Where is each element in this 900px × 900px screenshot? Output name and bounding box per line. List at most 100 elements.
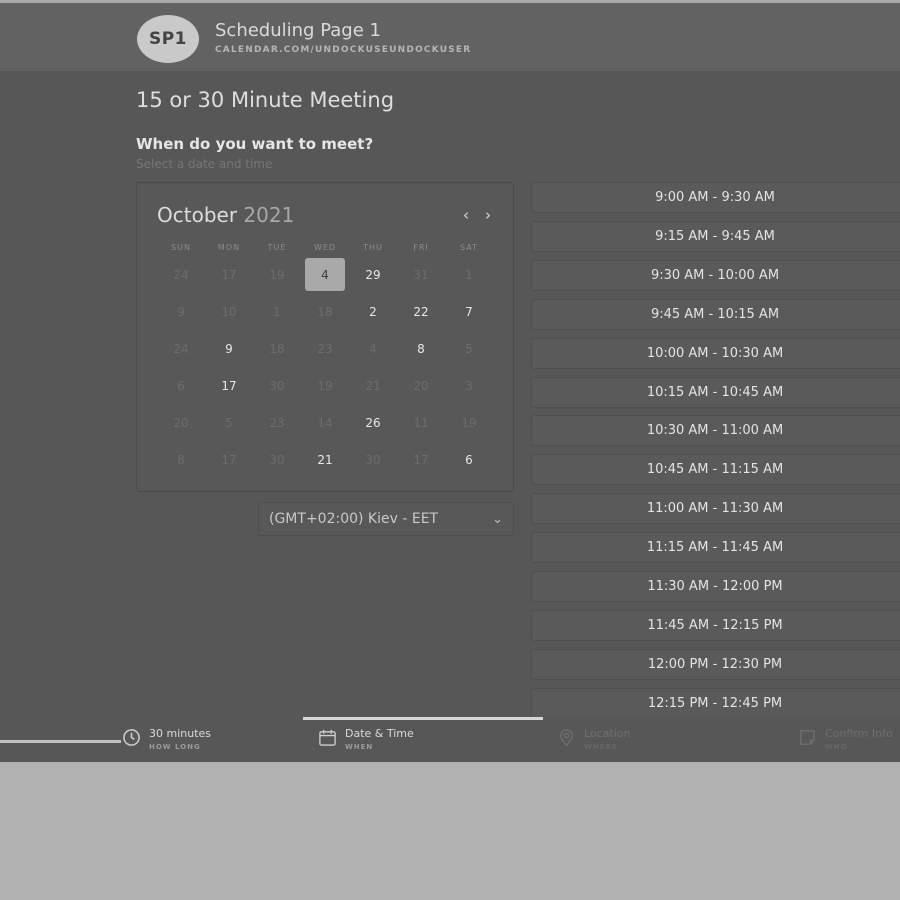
calendar-day: 10 xyxy=(205,293,253,330)
calendar-week: 6 17 30 19 21 20 3 xyxy=(157,367,493,404)
progress-line xyxy=(0,740,121,743)
calendar-day: 19 xyxy=(253,256,301,293)
day-number: 19 xyxy=(317,378,333,393)
time-slot-button[interactable]: 12:00 PM - 12:30 PM xyxy=(531,648,900,680)
day-number: 20 xyxy=(413,378,429,393)
calendar-month-year: October 2021 xyxy=(157,203,294,227)
day-number: 5 xyxy=(225,415,233,430)
time-slot-button[interactable]: 10:00 AM - 10:30 AM xyxy=(531,337,900,369)
day-number: 3 xyxy=(465,378,473,393)
calendar-day[interactable]: 26 xyxy=(349,404,397,441)
calendar-year: 2021 xyxy=(243,203,295,227)
calendar-day-selected[interactable]: 4 xyxy=(301,256,349,293)
day-number: 7 xyxy=(465,304,473,319)
time-slot-button[interactable]: 11:30 AM - 12:00 PM xyxy=(531,571,900,602)
page-url: CALENDAR.COM/UNDOCKUSEUNDOCKUSER xyxy=(215,45,472,55)
weekday-label: TUE xyxy=(267,243,287,252)
time-slot-button[interactable]: 9:45 AM - 10:15 AM xyxy=(531,298,900,330)
calendar-week: 24 17 19 4 29 31 1 xyxy=(157,256,493,293)
calendar-icon xyxy=(317,727,337,747)
time-slot-button[interactable]: 11:45 AM - 12:15 PM xyxy=(531,609,900,641)
calendar-day[interactable]: 21 xyxy=(301,441,349,478)
calendar-day[interactable]: 2 xyxy=(349,293,397,330)
avatar: SP1 xyxy=(137,15,199,63)
chevron-right-icon[interactable]: › xyxy=(479,205,497,225)
day-number: 2 xyxy=(369,304,377,319)
calendar: October 2021 ‹ › SUN MON TUE WED THU FRI SAT 2… xyxy=(136,182,514,492)
calendar-day[interactable]: 17 xyxy=(205,367,253,404)
calendar-day: 20 xyxy=(397,367,445,404)
time-slot-button[interactable]: 12:15 PM - 12:45 PM xyxy=(531,687,900,717)
day-number: 30 xyxy=(269,378,285,393)
day-number: 17 xyxy=(413,452,429,467)
calendar-week: 20 5 23 14 26 11 19 xyxy=(157,404,493,441)
day-number: 19 xyxy=(461,415,477,430)
calendar-day: 3 xyxy=(445,367,493,404)
day-number: 20 xyxy=(173,415,189,430)
day-number: 23 xyxy=(317,341,333,356)
time-slot-button[interactable]: 9:30 AM - 10:00 AM xyxy=(531,259,900,291)
calendar-day: 23 xyxy=(253,404,301,441)
calendar-day[interactable]: 6 xyxy=(445,441,493,478)
calendar-day: 21 xyxy=(349,367,397,404)
calendar-day: 9 xyxy=(157,293,205,330)
calendar-day: 24 xyxy=(157,330,205,367)
location-pin-icon xyxy=(556,727,576,747)
chevron-left-icon[interactable]: ‹ xyxy=(457,205,475,225)
day-number: 1 xyxy=(273,304,281,319)
calendar-day: 5 xyxy=(205,404,253,441)
step-when[interactable]: Date & Time WHEN xyxy=(317,727,414,751)
day-number: 17 xyxy=(221,378,237,393)
step-how-long[interactable]: 30 minutes HOW LONG xyxy=(121,727,211,751)
time-slot-button[interactable]: 9:15 AM - 9:45 AM xyxy=(531,220,900,252)
time-slot-button[interactable]: 9:00 AM - 9:30 AM xyxy=(531,182,900,213)
time-slot-button[interactable]: 11:15 AM - 11:45 AM xyxy=(531,532,900,564)
calendar-day: 18 xyxy=(301,293,349,330)
weekday-label: WED xyxy=(313,243,337,252)
timezone-select[interactable]: (GMT+02:00) Kiev - EET ⌄ xyxy=(258,502,514,536)
calendar-day: 30 xyxy=(253,441,301,478)
time-slot-button[interactable]: 10:30 AM - 11:00 AM xyxy=(531,415,900,447)
step-sub: WHERE xyxy=(584,743,618,751)
time-slot-list[interactable]: 9:00 AM - 9:30 AM 9:15 AM - 9:45 AM 9:30 A… xyxy=(531,182,900,717)
select-hint: Select a date and time xyxy=(136,157,273,171)
calendar-day[interactable]: 9 xyxy=(205,330,253,367)
step-where[interactable]: Location WHERE xyxy=(556,727,631,751)
day-number: 19 xyxy=(269,267,285,282)
day-number: 24 xyxy=(173,267,189,282)
weekday-label: SUN xyxy=(171,243,191,252)
calendar-day: 18 xyxy=(253,330,301,367)
day-number: 6 xyxy=(465,452,473,467)
calendar-day[interactable]: 22 xyxy=(397,293,445,330)
step-label: 30 minutes xyxy=(149,727,212,740)
day-number: 29 xyxy=(365,267,381,282)
day-number: 11 xyxy=(413,415,429,430)
calendar-week: 8 17 30 21 30 17 6 xyxy=(157,441,493,478)
time-slot-button[interactable]: 10:15 AM - 10:45 AM xyxy=(531,376,900,408)
calendar-day: 19 xyxy=(301,367,349,404)
calendar-day[interactable]: 7 xyxy=(445,293,493,330)
when-question: When do you want to meet? xyxy=(136,135,374,153)
day-number: 21 xyxy=(317,452,333,467)
weekday-header: SUN MON TUE WED THU FRI SAT xyxy=(157,243,493,252)
calendar-day[interactable]: 8 xyxy=(397,330,445,367)
day-number: 9 xyxy=(177,304,185,319)
day-number: 21 xyxy=(365,378,381,393)
day-number: 8 xyxy=(417,341,425,356)
page-title: Scheduling Page 1 xyxy=(215,20,381,41)
calendar-month: October xyxy=(157,203,238,227)
time-slot-button[interactable]: 11:00 AM - 11:30 AM xyxy=(531,493,900,525)
weekday-label: MON xyxy=(217,243,241,252)
day-number: 30 xyxy=(365,452,381,467)
calendar-day: 5 xyxy=(445,330,493,367)
day-number: 23 xyxy=(269,415,285,430)
step-who[interactable]: Confirm Info WHO xyxy=(797,727,893,751)
chevron-down-icon: ⌄ xyxy=(492,511,503,527)
day-number: 9 xyxy=(225,341,233,356)
time-slot-button[interactable]: 10:45 AM - 11:15 AM xyxy=(531,454,900,486)
calendar-day: 17 xyxy=(205,256,253,293)
step-progress: 30 minutes HOW LONG Date & Time WHEN Loc… xyxy=(0,717,900,762)
calendar-day[interactable]: 29 xyxy=(349,256,397,293)
day-number: 24 xyxy=(173,341,189,356)
calendar-day: 11 xyxy=(397,404,445,441)
